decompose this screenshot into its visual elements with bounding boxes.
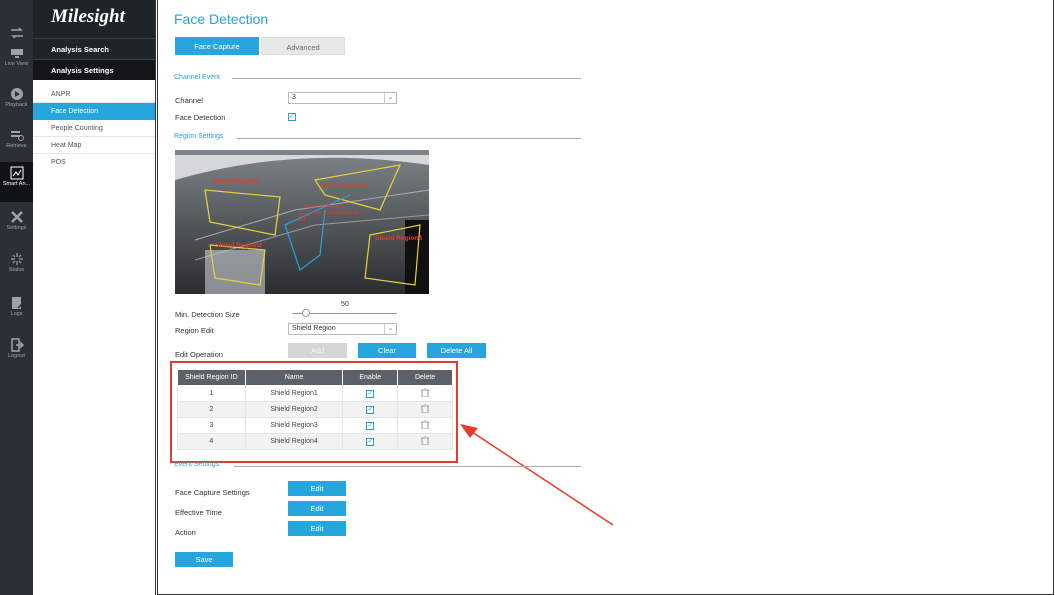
playback-icon (10, 88, 23, 100)
rail-label: Retrieve (6, 143, 27, 149)
rail-item-status[interactable]: Status (0, 248, 33, 288)
analysis-sidebar: Milesight Analysis Search Analysis Setti… (33, 0, 156, 595)
annotation-arrow (460, 424, 614, 526)
section-heading-event-settings: Event Settings (174, 461, 220, 468)
highlight-box (170, 361, 458, 463)
effective-time-label: Effective Time (175, 508, 222, 517)
add-button[interactable]: Add (288, 343, 347, 358)
min-size-label: Min. Detection Size (175, 310, 240, 319)
rail-item-logs[interactable]: Logs (0, 292, 33, 332)
clear-button[interactable]: Clear (358, 343, 416, 358)
sidebar-item-anpr[interactable]: ANPR (33, 86, 155, 103)
rail-item-smart-analysis[interactable]: Smart An... (0, 162, 33, 202)
min-size-value: 50 (341, 301, 349, 308)
region-overlay: Shield Region1 Shield Region3 Shield Reg… (175, 150, 429, 294)
overlay-label-shield-2: Shield Region2 (215, 242, 262, 249)
action-edit-button[interactable]: Edit (288, 521, 346, 536)
min-size-slider-handle[interactable] (302, 309, 310, 317)
settings-icon (10, 211, 23, 223)
delete-all-button[interactable]: Delete All (427, 343, 486, 358)
rail-label: Live View (4, 61, 29, 67)
live-view-icon (10, 49, 23, 58)
sidebar-item-people-counting[interactable]: People Counting (33, 120, 155, 137)
rail-label: Smart An... (2, 181, 31, 187)
tab-advanced[interactable]: Advanced (261, 37, 345, 55)
rail-label: Status (8, 267, 25, 273)
status-icon (10, 253, 23, 265)
sidebar-item-face-detection[interactable]: Face Detection (33, 103, 155, 120)
rail-item-live-view[interactable]: Live View (0, 42, 33, 82)
rail-item-logout[interactable]: Logout (0, 334, 33, 374)
rail-label: Playback (5, 102, 28, 108)
overlay-label-shield-4: Shield Region4 (375, 235, 422, 242)
channel-label: Channel (175, 96, 203, 105)
region-edit-value: Shield Region (292, 325, 336, 332)
tab-face-capture[interactable]: Face Capture (175, 37, 259, 55)
brand-logo: Milesight (33, 0, 155, 38)
chevron-down-icon: ⌄ (384, 93, 396, 103)
divider (232, 78, 581, 79)
face-capture-settings-label: Face Capture Settings (175, 488, 250, 497)
logout-icon (10, 338, 24, 352)
face-detection-checkbox[interactable]: ✓ (288, 113, 296, 121)
face-detection-label: Face Detection (175, 113, 226, 122)
rail-item-playback[interactable]: Playback (0, 83, 33, 123)
sidebar-item-pos[interactable]: POS (33, 154, 155, 171)
swap-icon (10, 27, 23, 39)
divider (234, 466, 581, 467)
video-preview[interactable]: Shield Region1 Shield Region3 Shield Reg… (175, 150, 429, 294)
action-label: Action (175, 528, 196, 537)
effective-time-edit-button[interactable]: Edit (288, 501, 346, 516)
channel-select[interactable]: 3 ⌄ (288, 92, 397, 104)
retrieve-icon (10, 131, 24, 141)
rail-label: Logout (8, 353, 25, 359)
divider (237, 138, 581, 139)
region-edit-label: Region Edit (175, 326, 214, 335)
rail-label: Logs (10, 311, 23, 317)
channel-value: 3 (292, 94, 296, 101)
icon-rail: Live View Playback Retrieve Smart An... … (0, 0, 33, 595)
save-button[interactable]: Save (175, 552, 233, 567)
section-heading-region-settings: Region Settings (174, 133, 224, 140)
logs-icon (11, 297, 23, 309)
sidebar-section-analysis-search[interactable]: Analysis Search (33, 38, 155, 59)
rail-label: Settings (6, 225, 27, 231)
page-title: Face Detection (174, 11, 269, 27)
rail-item-retrieve[interactable]: Retrieve (0, 124, 33, 164)
smart-analysis-icon (10, 166, 23, 180)
face-capture-settings-edit-button[interactable]: Edit (288, 481, 346, 496)
region-edit-select[interactable]: Shield Region ⌄ (288, 323, 397, 335)
chevron-down-icon: ⌄ (384, 324, 396, 334)
sidebar-item-heat-map[interactable]: Heat Map (33, 137, 155, 154)
sidebar-section-analysis-settings[interactable]: Analysis Settings (33, 59, 155, 80)
overlay-label-shield-1: Shield Region1 (212, 178, 259, 185)
overlay-label-snapshot-area: Face Snapshot Area (309, 210, 360, 216)
rail-item-settings[interactable]: Settings (0, 206, 33, 246)
overlay-label-shield-3: Shield Region3 (320, 183, 367, 190)
edit-operation-label: Edit Operation (175, 350, 223, 359)
section-heading-channel-event: Channel Event (174, 74, 220, 81)
main-panel: Face Detection Face Capture Advanced Cha… (157, 0, 1054, 595)
